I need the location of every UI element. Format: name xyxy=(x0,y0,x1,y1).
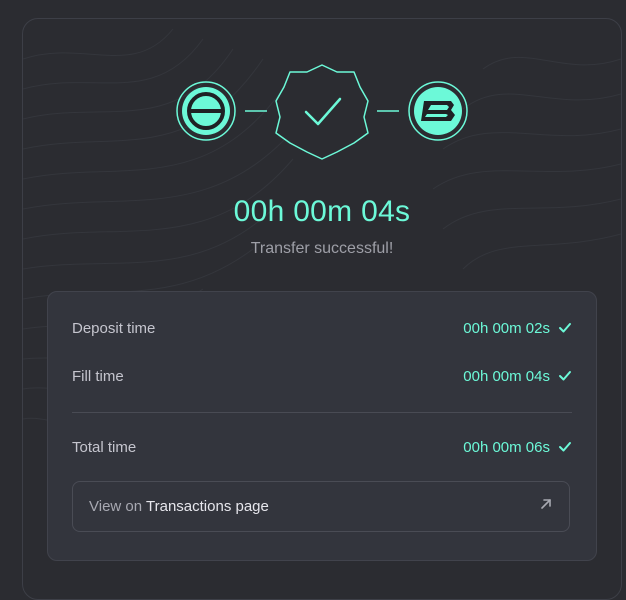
deposit-time-row: Deposit time 00h 00m 02s xyxy=(72,316,572,340)
status-message: Transfer successful! xyxy=(250,240,394,257)
arrow-up-right-icon xyxy=(539,497,553,516)
fill-time-value: 00h 00m 04s xyxy=(463,367,550,385)
total-time-value: 00h 00m 06s xyxy=(463,438,550,456)
deposit-time-value: 00h 00m 02s xyxy=(463,319,550,337)
deposit-time-value-group: 00h 00m 02s xyxy=(463,320,572,337)
total-time-row: Total time 00h 00m 06s xyxy=(72,435,572,459)
fill-time-label: Fill time xyxy=(72,367,124,385)
check-icon xyxy=(558,322,572,334)
circle-minus-logo-icon xyxy=(176,81,236,141)
deposit-time-label: Deposit time xyxy=(72,319,156,337)
blast-b-logo-icon xyxy=(408,81,468,141)
view-transactions-text: View on Transactions page xyxy=(89,498,269,515)
transfer-details-panel: Deposit time 00h 00m 02s Fill time 00h 0… xyxy=(47,291,597,561)
view-on-prefix: View on xyxy=(89,498,146,515)
fill-time-row: Fill time 00h 00m 04s xyxy=(72,364,572,388)
total-time-value-group: 00h 00m 06s xyxy=(463,439,572,456)
transfer-route xyxy=(176,64,468,160)
badge-check-icon xyxy=(275,64,369,160)
details-divider xyxy=(72,412,572,413)
check-icon xyxy=(558,441,572,453)
total-time-label: Total time xyxy=(72,438,137,456)
check-icon xyxy=(558,370,572,382)
view-transactions-link[interactable]: View on Transactions page xyxy=(72,481,570,532)
fill-time-value-group: 00h 00m 04s xyxy=(463,368,572,385)
transactions-page-label: Transactions page xyxy=(146,498,269,515)
transfer-status-card: 00h 00m 04s Transfer successful! Deposit… xyxy=(22,18,622,600)
elapsed-timer: 00h 00m 04s xyxy=(233,195,411,228)
